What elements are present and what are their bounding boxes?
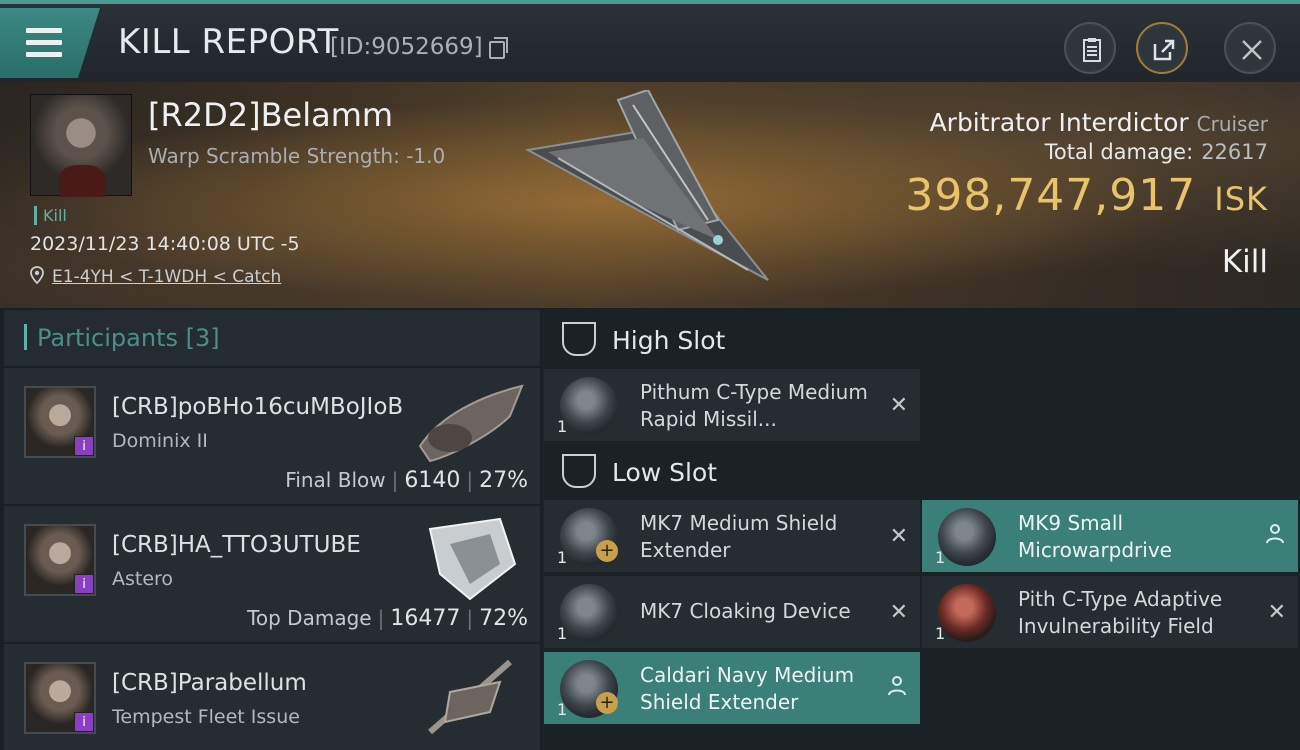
clipboard-icon [1083, 38, 1101, 62]
x-icon: ✕ [1267, 600, 1286, 625]
module-item[interactable]: 1 Pith C-Type Adaptive Invulnerability F… [922, 576, 1298, 648]
plus-icon: + [596, 540, 618, 562]
cloaking-device-icon [560, 584, 618, 642]
isk-amount: 398,747,917 [905, 170, 1197, 221]
invulnerability-field-icon [938, 584, 996, 642]
rapid-missile-launcher-icon [560, 377, 618, 435]
module-quantity: 1 [935, 624, 946, 643]
x-icon: ✕ [889, 524, 908, 549]
victim-ship-render[interactable] [518, 90, 788, 290]
page-title: KILL REPORT [118, 22, 339, 62]
x-icon: ✕ [889, 393, 908, 418]
module-item[interactable]: 1 MK7 Cloaking Device ✕ [544, 576, 920, 648]
high-slot-title: High Slot [612, 326, 726, 355]
fitting-panel: High Slot 1 Pithum C-Type Medium Rapid M… [542, 310, 1300, 750]
participant-percent: 72% [479, 606, 528, 631]
close-icon [1242, 40, 1262, 60]
ship-type: Arbitrator Interdictor [929, 108, 1189, 137]
module-quantity: 1 [935, 548, 946, 567]
low-slot-header: Low Slot [542, 442, 1300, 502]
module-item[interactable]: 1 MK9 Small Microwarpdrive [922, 500, 1298, 572]
module-quantity: 1 [557, 624, 568, 643]
module-name: Pith C-Type Adaptive Invulnerability Fie… [1018, 587, 1223, 638]
share-icon [1153, 39, 1175, 61]
total-damage: Total damage: 22617 [1045, 140, 1268, 164]
participant-row[interactable]: i [CRB]poBHo16cuMBoJIoB Dominix II Final… [4, 368, 540, 506]
warp-scramble-strength: Warp Scramble Strength: -1.0 [148, 144, 446, 168]
participant-role: Final Blow [285, 468, 386, 492]
module-name: MK7 Medium Shield Extender [640, 511, 838, 562]
clipboard-button[interactable] [1064, 22, 1116, 74]
module-name: MK7 Cloaking Device [640, 599, 851, 623]
slot-icon [562, 454, 596, 488]
module-quantity: 1 [557, 700, 568, 719]
location-link[interactable]: E1-4YH < T-1WDH < Catch [52, 267, 281, 287]
copy-icon[interactable] [489, 37, 508, 59]
participant-ship-icon [418, 384, 524, 463]
microwarpdrive-icon [938, 508, 996, 566]
share-button[interactable] [1136, 22, 1188, 74]
participant-ship: Astero [112, 568, 174, 590]
participant-percent: 27% [479, 468, 528, 493]
module-item[interactable]: 1 Pithum C-Type Medium Rapid Missil... ✕ [544, 369, 920, 441]
participant-name: [CRB]Parabellum [112, 670, 307, 696]
participant-ship: Tempest Fleet Issue [112, 706, 300, 728]
participants-panel: Participants [3] i [CRB]poBHo16cuMBoJIoB… [4, 310, 540, 750]
participant-name: [CRB]HA_TTO3UTUBE [112, 532, 361, 558]
participant-ship: Dominix II [112, 430, 208, 452]
plus-icon: + [596, 692, 618, 714]
participant-damage: 6140 [404, 468, 461, 493]
pin-icon [30, 266, 44, 284]
participants-count: [3] [185, 324, 220, 352]
module-name: Caldari Navy Medium Shield Extender [640, 663, 855, 714]
module-name: Pithum C-Type Medium Rapid Missil... [640, 380, 868, 431]
kill-banner: [R2D2]Belamm Warp Scramble Strength: -1.… [0, 82, 1300, 308]
participant-damage: 16477 [390, 606, 461, 631]
ship-name[interactable]: Arbitrator Interdictor Cruiser [930, 108, 1268, 137]
isk-unit: ISK [1214, 180, 1268, 218]
kill-result: Kill [1221, 244, 1268, 280]
victim-name[interactable]: [R2D2]Belamm [148, 96, 393, 134]
x-icon: ✕ [889, 600, 908, 625]
module-quantity: 1 [557, 548, 568, 567]
module-quantity: 1 [557, 417, 568, 436]
isk-value: 398,747,917 ISK [905, 170, 1268, 221]
slot-icon [562, 322, 596, 356]
participant-ship-icon [428, 659, 512, 735]
participant-role: Top Damage [247, 606, 372, 630]
kill-tag: Kill [34, 206, 67, 225]
info-badge-icon[interactable]: i [74, 436, 94, 456]
participant-stats: Top Damage | 16477 | 72% [247, 606, 528, 631]
total-damage-value: 22617 [1201, 140, 1268, 164]
module-name: MK9 Small Microwarpdrive [1018, 511, 1172, 562]
module-item[interactable]: + 1 MK7 Medium Shield Extender ✕ [544, 500, 920, 572]
hamburger-icon [26, 28, 62, 58]
victim-portrait[interactable] [30, 94, 132, 197]
participant-name: [CRB]poBHo16cuMBoJIoB [112, 394, 404, 420]
participant-row[interactable]: i [CRB]Parabellum Tempest Fleet Issue [4, 644, 540, 750]
ship-class: Cruiser [1196, 112, 1268, 136]
participant-stats: Final Blow | 6140 | 27% [285, 468, 528, 493]
info-badge-icon[interactable]: i [74, 574, 94, 594]
participant-ship-icon [428, 517, 517, 601]
menu-button[interactable] [0, 8, 100, 78]
total-damage-label: Total damage: [1044, 140, 1194, 164]
low-slot-title: Low Slot [612, 458, 718, 487]
person-icon [888, 676, 906, 696]
close-button[interactable] [1224, 22, 1276, 74]
module-item[interactable]: + 1 Caldari Navy Medium Shield Extender [544, 652, 920, 724]
participant-row[interactable]: i [CRB]HA_TTO3UTUBE Astero Top Damage | 16… [4, 506, 540, 644]
kill-datetime: 2023/11/23 14:40:08 UTC -5 [30, 233, 300, 255]
participants-header: Participants [3] [4, 310, 540, 368]
info-badge-icon[interactable]: i [74, 712, 94, 732]
high-slot-header: High Slot [542, 310, 1300, 370]
report-id: [ID:9052669] [330, 34, 483, 60]
top-bar: KILL REPORT [ID:9052669] [0, 0, 1300, 82]
participants-label: Participants [37, 324, 178, 352]
person-icon [1266, 524, 1284, 544]
